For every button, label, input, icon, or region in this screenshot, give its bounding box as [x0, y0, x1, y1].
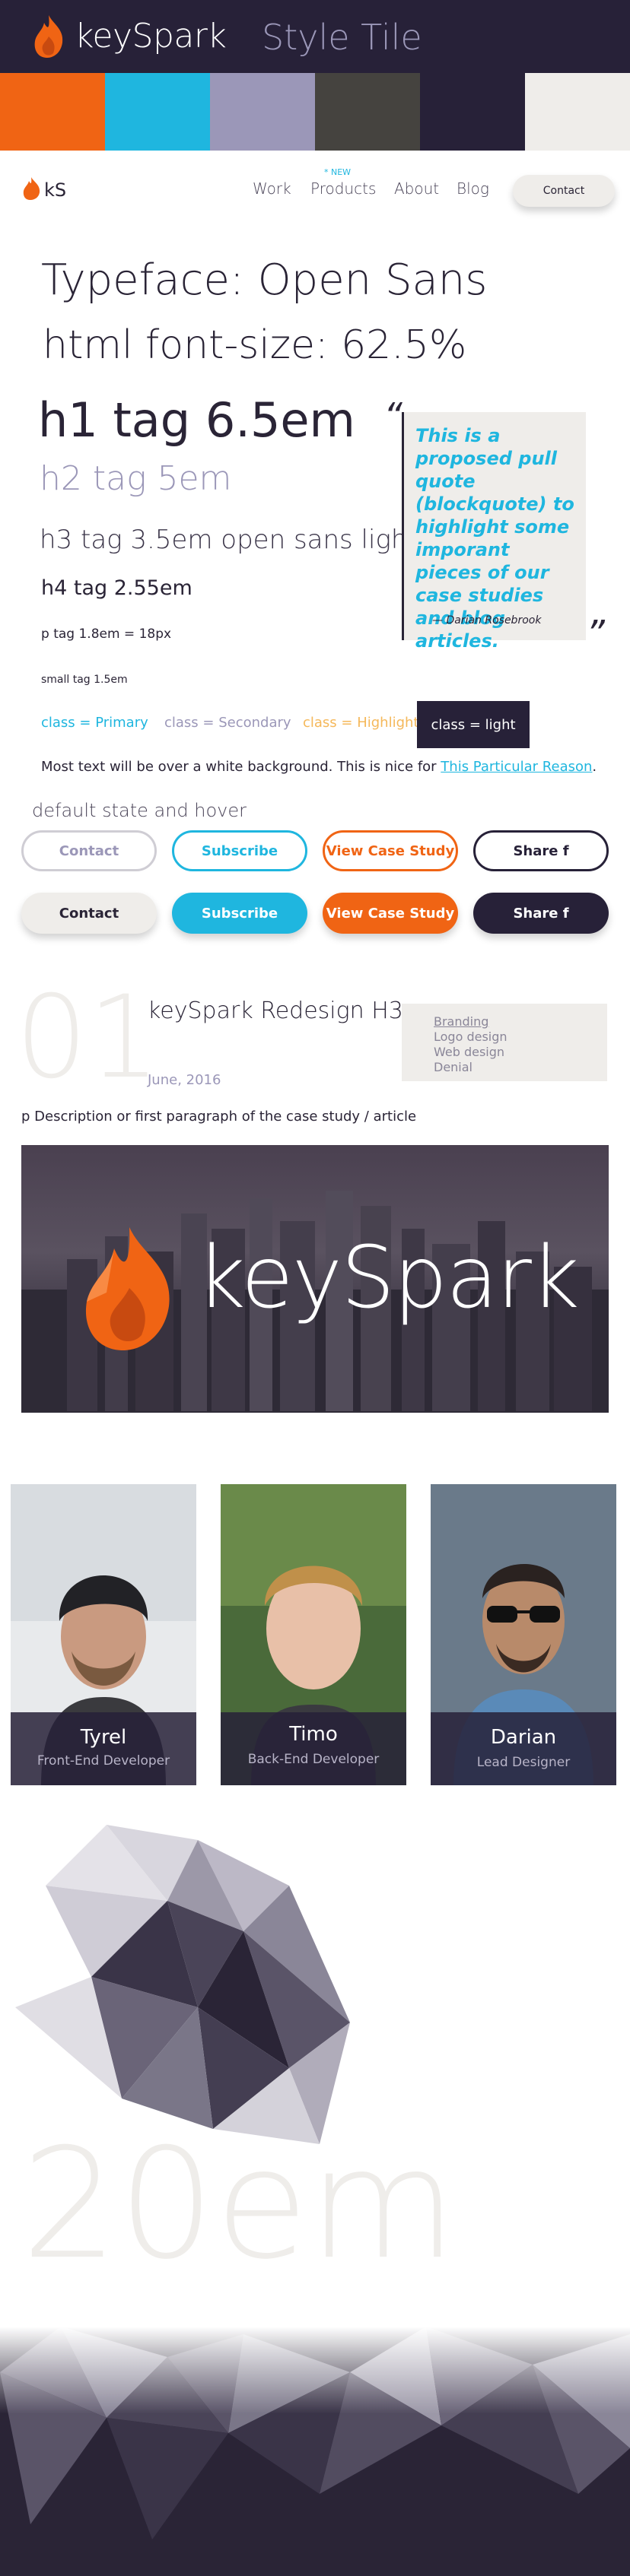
button-states-label: default state and hover: [32, 800, 247, 821]
typeface-heading: Typeface: Open Sans: [41, 255, 488, 305]
team-name-tyrel: Tyrel: [80, 1726, 127, 1749]
class-primary: class = Primary: [41, 715, 148, 731]
view-case-study-button-default[interactable]: View Case Study: [323, 830, 458, 871]
swatch-cream: [525, 73, 630, 151]
class-light: class = light: [417, 701, 530, 748]
team-name-timo: Timo: [289, 1723, 338, 1746]
close-quote-icon: ”: [586, 613, 605, 655]
team-role-darian: Lead Designer: [476, 1755, 571, 1770]
article-description: p Description or first paragraph of the …: [21, 1109, 417, 1125]
body-text-sample: Most text will be over a white backgroun…: [41, 759, 597, 775]
team-role-timo: Back-End Developer: [247, 1752, 380, 1767]
swatch-blue: [105, 73, 210, 151]
blockquote-cite: — Darian Rosebrook: [432, 614, 542, 627]
html-font-size-heading: html font-size: 62.5%: [43, 322, 467, 368]
hero-brand-text: keySpark: [196, 1229, 580, 1328]
contact-button-default[interactable]: Contact: [21, 830, 157, 871]
contact-button-hover[interactable]: Contact: [21, 893, 157, 934]
polygon-shape-illustration: [15, 1825, 350, 2144]
nav-item-products[interactable]: Products: [310, 179, 376, 198]
nav-contact-button[interactable]: Contact: [513, 175, 615, 207]
article-title[interactable]: keySpark Redesign H3: [148, 998, 403, 1024]
swatch-lavender: [210, 73, 315, 151]
ks-logo-text[interactable]: kS: [44, 179, 66, 201]
tag-web-design[interactable]: Web design: [434, 1045, 504, 1059]
view-case-study-button-hover[interactable]: View Case Study: [323, 893, 458, 934]
particular-reason-link[interactable]: This Particular Reason: [441, 759, 592, 775]
swatch-charcoal: [315, 73, 420, 151]
p-sample: p tag 1.8em = 18px: [41, 627, 172, 642]
class-secondary: class = Secondary: [164, 715, 291, 731]
big-20em-sample: 20em: [21, 2116, 457, 2293]
tag-logo-design[interactable]: Logo design: [434, 1029, 508, 1044]
class-highlight: class = Highlight: [303, 715, 419, 731]
small-sample: small tag 1.5em: [41, 674, 128, 686]
nav-item-work[interactable]: Work: [253, 179, 291, 198]
h1-sample: h1 tag 6.5em: [38, 392, 355, 448]
nav-item-about[interactable]: About: [394, 179, 439, 198]
share-button-hover[interactable]: Share f: [473, 893, 609, 934]
ks-flame-icon[interactable]: [21, 176, 41, 201]
tag-denial[interactable]: Denial: [434, 1060, 473, 1074]
subscribe-button-default[interactable]: Subscribe: [172, 830, 307, 871]
style-tile-title: Style Tile: [262, 17, 422, 58]
article-number: 01: [15, 972, 161, 1104]
swatch-dark-purple: [420, 73, 525, 151]
h4-sample: h4 tag 2.55em: [41, 576, 192, 600]
open-quote-icon: “: [383, 395, 402, 438]
flame-logo-icon: [34, 15, 63, 58]
h3-sample: h3 tag 3.5em open sans light: [40, 525, 418, 555]
h2-sample: h2 tag 5em: [40, 459, 232, 498]
team-name-darian: Darian: [490, 1726, 557, 1749]
share-button-default[interactable]: Share f: [473, 830, 609, 871]
brand-name: keySpark: [75, 17, 227, 56]
swatch-orange: [0, 73, 105, 151]
team-role-tyrel: Front-End Developer: [37, 1753, 170, 1769]
nav-item-blog[interactable]: Blog: [457, 179, 489, 198]
tag-branding[interactable]: Branding: [434, 1014, 488, 1029]
footer-polygon-background: [0, 2327, 630, 2576]
subscribe-button-hover[interactable]: Subscribe: [172, 893, 307, 934]
article-date: June, 2016: [148, 1072, 221, 1088]
hero-flame-logo-icon: [85, 1227, 170, 1350]
new-badge: * NEW: [324, 167, 352, 177]
